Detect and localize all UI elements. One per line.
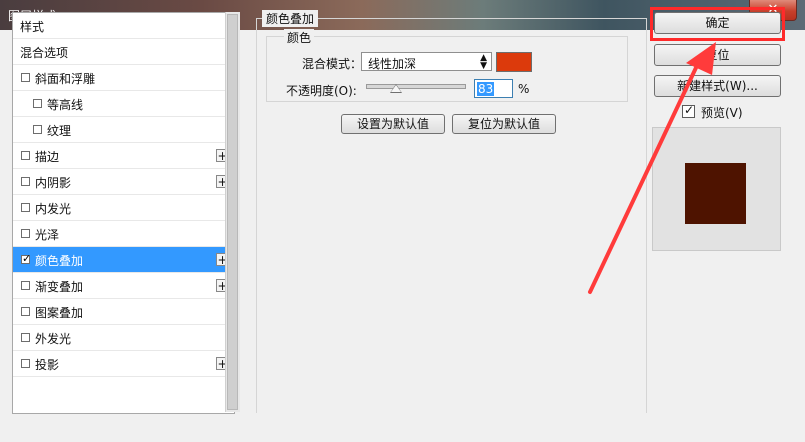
preview-checkbox[interactable] — [682, 103, 695, 118]
style-list-label: 样式 — [20, 20, 45, 34]
style-checkbox[interactable] — [21, 333, 30, 342]
style-checkbox[interactable] — [21, 307, 30, 316]
opacity-label: 不透明度(O): — [286, 84, 357, 98]
style-list-item[interactable]: 颜色叠加+ — [13, 247, 234, 273]
subgroup-title: 颜色 — [284, 29, 315, 46]
overlay-color-swatch[interactable] — [496, 52, 532, 72]
updown-arrows-icon: ▲ ▼ — [480, 53, 487, 71]
style-list-label: 图案叠加 — [35, 306, 84, 320]
ok-highlight-outline — [650, 7, 785, 41]
group-title: 颜色叠加 — [262, 10, 319, 27]
style-list-label: 内阴影 — [35, 176, 72, 190]
reset-default-button[interactable]: 复位为默认值 — [452, 114, 556, 134]
style-list-item[interactable]: 投影 + — [13, 351, 234, 377]
preview-thumbnail — [685, 163, 746, 224]
style-list-item[interactable]: 等高线 — [13, 91, 234, 117]
style-list-label: 内发光 — [35, 202, 72, 216]
style-list-label: 颜色叠加 — [35, 254, 84, 268]
style-list-item[interactable]: 内发光 — [13, 195, 234, 221]
reset-button[interactable]: 复位 — [654, 44, 781, 66]
scrollbar-thumb[interactable] — [227, 14, 238, 410]
style-list-label: 渐变叠加 — [35, 280, 84, 294]
blend-mode-label: 混合模式： — [302, 57, 363, 71]
style-list-item[interactable]: 纹理 — [13, 117, 234, 143]
percent-label: % — [518, 82, 530, 96]
style-list-item[interactable]: 内阴影 + — [13, 169, 234, 195]
style-checkbox[interactable] — [21, 359, 30, 368]
style-list-item[interactable]: 斜面和浮雕 — [13, 65, 234, 91]
style-list-label: 斜面和浮雕 — [35, 72, 96, 86]
opacity-slider-track[interactable] — [366, 84, 466, 89]
style-list-item[interactable]: 图案叠加 — [13, 299, 234, 325]
style-list-scrollbar[interactable] — [225, 12, 240, 412]
style-list-label: 纹理 — [47, 124, 72, 138]
style-checkbox[interactable] — [21, 177, 30, 186]
new-style-button[interactable]: 新建样式(W)... — [654, 75, 781, 97]
style-list-item[interactable]: 光泽 — [13, 221, 234, 247]
style-checkbox[interactable] — [21, 73, 30, 82]
style-checkbox[interactable] — [21, 229, 30, 238]
style-checkbox[interactable] — [33, 99, 42, 108]
style-checkbox[interactable] — [33, 125, 42, 134]
opacity-value: 83 — [477, 82, 495, 96]
style-checkbox[interactable] — [21, 281, 30, 290]
style-list-label: 等高线 — [47, 98, 84, 112]
style-list-label: 描边 — [35, 150, 60, 164]
style-checkbox[interactable] — [21, 252, 31, 265]
blend-mode-value: 线性加深 — [368, 57, 417, 71]
style-list-item[interactable]: 混合选项 — [13, 39, 234, 65]
opacity-input[interactable]: 83 — [474, 79, 513, 98]
style-checkbox[interactable] — [21, 203, 30, 212]
style-list-item[interactable]: 外发光 — [13, 325, 234, 351]
opacity-slider-thumb[interactable] — [390, 84, 402, 93]
blend-mode-select[interactable]: 线性加深 ▲ ▼ — [361, 52, 492, 71]
set-default-button[interactable]: 设置为默认值 — [341, 114, 445, 134]
style-list-label: 光泽 — [35, 228, 60, 242]
style-list-label: 外发光 — [35, 332, 72, 346]
style-checkbox[interactable] — [21, 151, 30, 160]
preview-label: 预览(V) — [701, 106, 743, 120]
style-list-item[interactable]: 描边 + — [13, 143, 234, 169]
style-list-item[interactable]: 样式 — [13, 13, 234, 39]
style-list-label: 混合选项 — [20, 46, 69, 60]
style-list: 样式混合选项斜面和浮雕等高线纹理描边+内阴影+ 内发光光泽颜色叠加+渐变叠加+ 图案… — [12, 12, 235, 414]
style-list-label: 投影 — [35, 358, 60, 372]
style-list-item[interactable]: 渐变叠加 + — [13, 273, 234, 299]
